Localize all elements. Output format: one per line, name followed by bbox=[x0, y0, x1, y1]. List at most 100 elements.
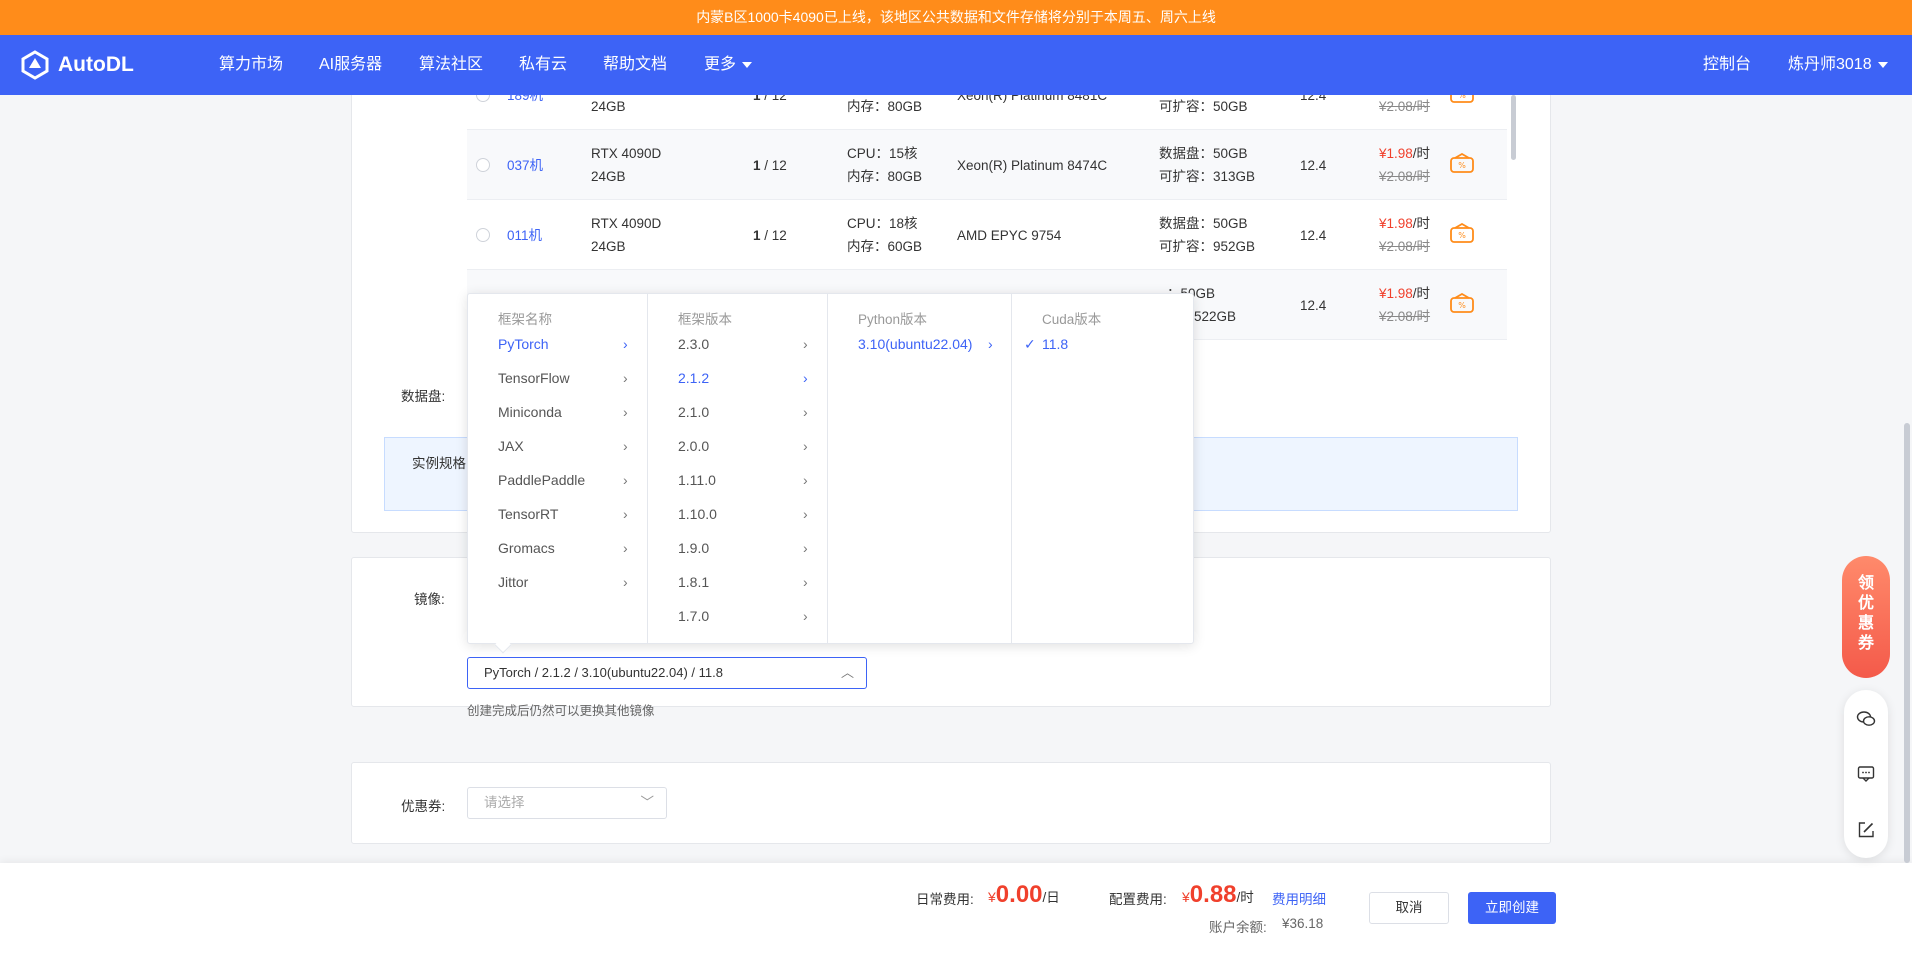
image-select[interactable]: PyTorch / 2.1.2 / 3.10(ubuntu22.04) / 11… bbox=[467, 657, 867, 689]
nav-console[interactable]: 控制台 bbox=[1703, 35, 1751, 95]
message-icon[interactable] bbox=[1856, 764, 1876, 784]
get-coupon-float[interactable]: 领优惠券 bbox=[1842, 556, 1890, 678]
version-option[interactable]: 2.1.2 › bbox=[648, 361, 828, 395]
cancel-button[interactable]: 取消 bbox=[1369, 892, 1449, 924]
image-cascader-dropdown: 框架名称 PyTorch › TensorFlow › Miniconda › JAX… bbox=[467, 293, 1194, 644]
nav-community[interactable]: 算法社区 bbox=[419, 35, 483, 95]
version-option[interactable]: 2.0.0 › bbox=[648, 429, 828, 463]
option-label: Miniconda bbox=[498, 404, 562, 420]
row-radio[interactable] bbox=[476, 228, 490, 242]
nav-help-docs[interactable]: 帮助文档 bbox=[603, 35, 667, 95]
get-coupon-text: 领优惠券 bbox=[1857, 575, 1874, 652]
memory: 内存：60GB bbox=[847, 239, 923, 254]
chevron-right-icon: › bbox=[623, 370, 628, 386]
daily-fee: ¥0.00/日 bbox=[988, 881, 1060, 909]
wechat-icon[interactable] bbox=[1856, 709, 1876, 729]
table-row[interactable]: 189机 24GB 1 / 12 内存：80GB Xeon(R) Platinu… bbox=[467, 95, 1507, 130]
framework-option[interactable]: Miniconda › bbox=[468, 395, 648, 429]
svg-text:%: % bbox=[1458, 301, 1466, 310]
chevron-right-icon: › bbox=[803, 540, 808, 556]
spec-label: 实例规格 bbox=[412, 456, 466, 471]
framework-column: 框架名称 PyTorch › TensorFlow › Miniconda › JAX… bbox=[468, 294, 648, 643]
svg-text:%: % bbox=[1458, 231, 1466, 240]
chevron-right-icon: › bbox=[803, 336, 808, 352]
coupon-label: 优惠券: bbox=[401, 799, 446, 814]
svg-text:%: % bbox=[1458, 161, 1466, 170]
machine-name[interactable]: 011机 bbox=[507, 224, 542, 247]
create-button[interactable]: 立即创建 bbox=[1468, 892, 1556, 924]
table-row[interactable]: 011机 RTX 4090D 24GB 1 / 12 CPU：18核 内存：60… bbox=[467, 200, 1507, 270]
fee-detail-link[interactable]: 费用明细 bbox=[1272, 888, 1326, 908]
framework-option[interactable]: JAX › bbox=[468, 429, 648, 463]
data-disk: 数据盘：50GB bbox=[1159, 216, 1248, 231]
gpu-model: RTX 4090D bbox=[591, 146, 662, 161]
top-navbar: AutoDL 算力市场 AI服务器 算法社区 私有云 帮助文档 更多 控制台 炼… bbox=[0, 35, 1912, 95]
gpu-avail-count: 1 bbox=[753, 158, 761, 173]
gpu-avail: 1 / 12 bbox=[753, 224, 787, 247]
cuda-column: Cuda版本 ✓ 11.8 bbox=[1012, 294, 1193, 643]
announcement-bar: 内蒙B区1000卡4090已上线，该地区公共数据和文件存储将分别于本周五、周六上… bbox=[0, 0, 1912, 35]
version-column: 框架版本 2.3.0 › 2.1.2 › 2.1.0 › 2.0.0 › 1.11.0 ›… bbox=[648, 294, 828, 643]
framework-option[interactable]: PyTorch › bbox=[468, 327, 648, 361]
python-option[interactable]: 3.10(ubuntu22.04) › bbox=[828, 327, 1012, 361]
chevron-right-icon: › bbox=[803, 404, 808, 420]
price-value: 1.98 bbox=[1386, 286, 1413, 301]
gpu-avail: 1 / 12 bbox=[753, 154, 787, 177]
framework-option[interactable]: PaddlePaddle › bbox=[468, 463, 648, 497]
chevron-right-icon: › bbox=[803, 472, 808, 488]
version-option[interactable]: 1.11.0 › bbox=[648, 463, 828, 497]
edit-feedback-icon[interactable] bbox=[1856, 820, 1876, 840]
cpu-cores: CPU：18核 bbox=[847, 216, 918, 231]
nav-more[interactable]: 更多 bbox=[704, 35, 753, 95]
version-option[interactable]: 2.3.0 › bbox=[648, 327, 828, 361]
price-unit: /时 bbox=[1412, 216, 1431, 231]
table-scrollbar[interactable] bbox=[1511, 95, 1516, 160]
daily-fee-symbol: ¥ bbox=[988, 889, 996, 905]
version-option[interactable]: 1.9.0 › bbox=[648, 531, 828, 565]
option-label: JAX bbox=[498, 438, 524, 454]
machine-name[interactable]: 037机 bbox=[507, 154, 543, 177]
gpu-total: / 12 bbox=[764, 158, 787, 173]
chevron-right-icon: › bbox=[623, 336, 628, 352]
table-row[interactable]: 037机 RTX 4090D 24GB 1 / 12 CPU：15核 内存：80… bbox=[467, 130, 1507, 200]
price-unit: /时 bbox=[1412, 286, 1431, 301]
side-toolbar bbox=[1844, 690, 1888, 858]
framework-option[interactable]: TensorRT › bbox=[468, 497, 648, 531]
check-icon: ✓ bbox=[1024, 336, 1036, 352]
version-option[interactable]: 1.7.0 › bbox=[648, 599, 828, 633]
nav-market[interactable]: 算力市场 bbox=[219, 35, 283, 95]
version-option[interactable]: 1.10.0 › bbox=[648, 497, 828, 531]
chevron-right-icon: › bbox=[803, 608, 808, 624]
framework-option[interactable]: Jittor › bbox=[468, 565, 648, 599]
version-option[interactable]: 1.8.1 › bbox=[648, 565, 828, 599]
data-disk-label: 数据盘: bbox=[401, 389, 446, 404]
price: ¥1.98/时 bbox=[1379, 212, 1430, 235]
nav-ai-server[interactable]: AI服务器 bbox=[319, 35, 382, 95]
discount-icon[interactable]: % bbox=[1449, 153, 1475, 175]
page-scrollbar[interactable] bbox=[1904, 423, 1910, 863]
user-menu[interactable]: 炼丹师3018 bbox=[1788, 35, 1888, 95]
config-fee-unit: /时 bbox=[1236, 890, 1254, 905]
original-price: ¥2.08/时 bbox=[1379, 99, 1431, 114]
cuda-option[interactable]: ✓ 11.8 bbox=[1012, 327, 1193, 361]
coupon-select[interactable]: 请选择 ﹀ bbox=[467, 787, 667, 819]
balance-label: 账户余额: bbox=[1209, 920, 1267, 935]
discount-icon[interactable]: % bbox=[1449, 95, 1475, 105]
autodl-logo-icon bbox=[21, 50, 49, 80]
nav-private-cloud[interactable]: 私有云 bbox=[519, 35, 567, 95]
option-label: 1.7.0 bbox=[678, 608, 710, 624]
discount-icon[interactable]: % bbox=[1449, 223, 1475, 245]
machine-name[interactable]: 189机 bbox=[507, 95, 543, 107]
framework-option[interactable]: TensorFlow › bbox=[468, 361, 648, 395]
row-radio[interactable] bbox=[476, 158, 490, 172]
framework-option[interactable]: Gromacs › bbox=[468, 531, 648, 565]
memory: 内存：80GB bbox=[847, 169, 923, 184]
cuda-version: 12.4 bbox=[1300, 95, 1327, 103]
discount-icon[interactable]: % bbox=[1449, 293, 1475, 315]
logo[interactable]: AutoDL bbox=[20, 48, 134, 82]
row-radio[interactable] bbox=[476, 95, 490, 102]
gpu-vram: 24GB bbox=[591, 239, 626, 254]
gpu-total: / 12 bbox=[764, 95, 787, 103]
version-option[interactable]: 2.1.0 › bbox=[648, 395, 828, 429]
config-fee-value: 0.88 bbox=[1189, 881, 1237, 908]
